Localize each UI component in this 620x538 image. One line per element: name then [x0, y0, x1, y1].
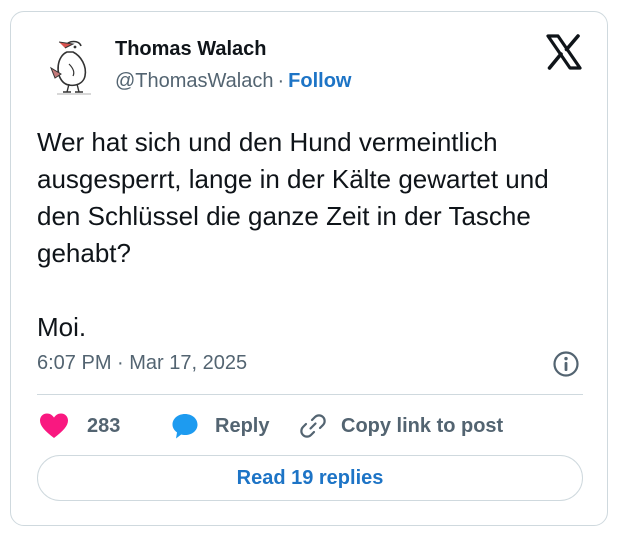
link-icon: [300, 414, 326, 438]
info-icon[interactable]: [552, 350, 580, 378]
like-button[interactable]: 283: [39, 408, 120, 444]
read-replies-button[interactable]: Read 19 replies: [37, 455, 583, 501]
reply-label: Reply: [215, 414, 270, 437]
divider: [37, 394, 583, 395]
follow-link[interactable]: Follow: [288, 70, 351, 92]
author-handle-row: @ThomasWalach · Follow: [115, 70, 352, 93]
author-name[interactable]: Thomas Walach: [115, 38, 267, 61]
tweet-text-line: Moi.: [37, 312, 87, 342]
bird-sketch-avatar-icon: [49, 40, 91, 95]
tweet-text-line: Wer hat sich und den Hund vermeintlich a…: [37, 127, 549, 268]
action-bar: 283 Reply Copy link to post: [37, 408, 583, 444]
tweet-timestamp[interactable]: 6:07 PM · Mar 17, 2025: [37, 352, 247, 375]
speech-bubble-icon: [172, 414, 198, 439]
reply-button[interactable]: Reply: [171, 408, 269, 444]
x-logo-icon[interactable]: [545, 34, 583, 70]
handle-separator: ·: [277, 70, 285, 92]
author-handle[interactable]: @ThomasWalach: [115, 70, 274, 92]
like-count: 283: [87, 414, 121, 437]
copy-link-label: Copy link to post: [341, 414, 504, 437]
copy-link-button[interactable]: Copy link to post: [299, 408, 503, 444]
heart-icon: [40, 413, 68, 438]
tweet-text: Wer hat sich und den Hund vermeintlich a…: [37, 124, 597, 346]
tweet-card: Thomas Walach @ThomasWalach · Follow Wer h…: [10, 11, 608, 526]
author-avatar[interactable]: [43, 34, 105, 96]
